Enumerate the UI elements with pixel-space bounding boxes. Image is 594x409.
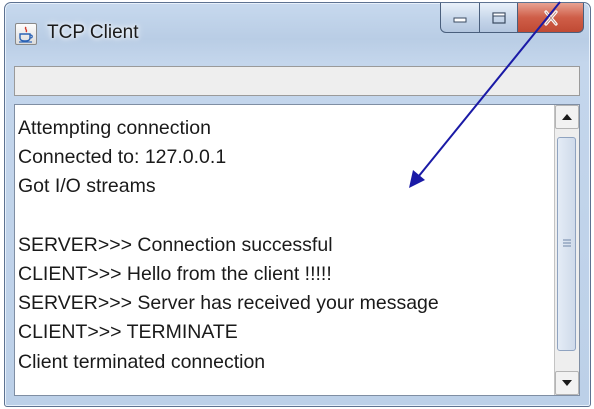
menu-bar — [14, 66, 580, 96]
scroll-down-button[interactable] — [555, 371, 579, 395]
arrow-up-icon — [562, 114, 572, 120]
vertical-scrollbar[interactable] — [554, 105, 579, 395]
scroll-up-button[interactable] — [555, 105, 579, 129]
output-line: Client terminated connection — [18, 350, 266, 373]
grip-icon — [563, 239, 571, 247]
output-line: SERVER>>> Server has received your messa… — [18, 292, 439, 315]
output-text-area[interactable]: Attempting connection Connected to: 127.… — [14, 104, 580, 396]
output-line: CLIENT>>> Hello from the client !!!!! — [18, 262, 332, 285]
output-lines: Attempting connection Connected to: 127.… — [18, 114, 556, 377]
output-line: Connected to: 127.0.0.1 — [18, 146, 227, 169]
minimize-button[interactable] — [440, 3, 480, 33]
tcp-client-window: TCP Client Attempting connection Connect… — [4, 2, 591, 407]
maximize-button[interactable] — [480, 3, 518, 33]
scroll-thumb[interactable] — [557, 137, 576, 351]
output-line: SERVER>>> Connection successful — [18, 233, 333, 256]
java-cup-icon[interactable] — [15, 23, 37, 45]
title-bar[interactable]: TCP Client — [5, 3, 590, 59]
minimize-icon — [453, 17, 467, 22]
caption-buttons — [440, 3, 584, 37]
output-line: CLIENT>>> TERMINATE — [18, 321, 238, 344]
close-icon — [543, 9, 558, 26]
maximize-icon — [491, 11, 506, 24]
output-line: Attempting connection — [18, 117, 211, 139]
output-line: Got I/O streams — [18, 175, 156, 198]
window-title: TCP Client — [47, 22, 139, 43]
arrow-down-icon — [562, 380, 572, 386]
close-button[interactable] — [518, 3, 584, 33]
